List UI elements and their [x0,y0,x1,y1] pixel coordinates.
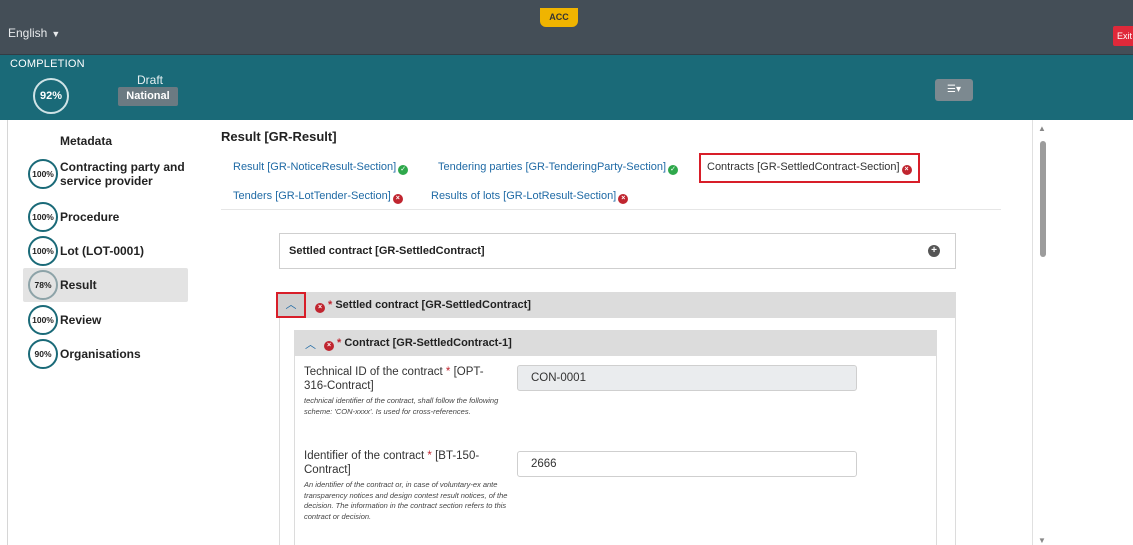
section-link-label: Result [GR-NoticeResult-Section] [233,161,397,173]
scroll-down-arrow-icon[interactable]: ▼ [1037,537,1047,545]
sidebar-item-organisations[interactable]: 90% Organisations [23,337,188,371]
group-title-text: Contract [GR-SettledContract-1] [344,337,512,349]
technical-id-field[interactable]: CON-0001 [517,365,857,391]
completion-bar: COMPLETION 92% Draft National ☰▾ [0,55,1133,120]
field-label-text: Identifier of the contract [304,450,425,462]
group-title-text: Settled contract [GR-SettledContract] [335,299,531,311]
field-help-technical-id: technical identifier of the contract, sh… [304,396,499,416]
sliders-icon: ☰▾ [947,84,961,95]
completion-label: COMPLETION [10,58,85,70]
section-link-tendering-parties[interactable]: Tendering parties [GR-TenderingParty-Sec… [438,161,679,175]
sidebar-item-result[interactable]: 78% Result [23,268,188,302]
progress-ring: 78% [28,270,58,300]
check-circle-icon: ✓ [398,165,409,175]
required-mark: * [328,299,333,311]
sidebar-item-label: Lot (LOT-0001) [60,244,145,258]
section-link-results-of-lots[interactable]: Results of lots [GR-LotResult-Section] × [431,190,629,204]
scope-badge: National [118,87,178,106]
settled-contract-group-body: ︿ × * Contract [GR-SettledContract-1] Tec… [279,318,956,545]
scrollbar-thumb[interactable] [1040,141,1046,257]
error-circle-icon: × [392,194,403,204]
field-label-identifier: Identifier of the contract * [BT-150-Con… [304,449,504,477]
section-link-label: Results of lots [GR-LotResult-Section] [431,190,617,202]
sidebar-item-label: Review [60,313,102,327]
check-circle-icon: ✓ [668,165,679,175]
completion-progress-ring: 92% [33,78,69,114]
field-label-text: Technical ID of the contract [304,366,443,378]
filter-settings-button[interactable]: ☰▾ [935,79,973,101]
add-icon[interactable]: + [928,245,940,257]
error-circle-icon: × [901,165,912,175]
section-link-tenders[interactable]: Tenders [GR-LotTender-Section] × [233,190,403,204]
progress-ring: 100% [28,202,58,232]
progress-ring: 100% [28,305,58,335]
sidebar-item-contracting-party[interactable]: 100% Contracting party and service provi… [23,157,188,191]
status-label: Draft [137,73,164,87]
sidebar-item-label: Result [60,278,97,292]
sidebar-item-procedure[interactable]: 100% Procedure [23,200,188,234]
divider [221,209,1001,210]
main-page: Metadata 100% Contracting party and serv… [7,120,1032,545]
field-label-technical-id: Technical ID of the contract * [OPT-316-… [304,365,504,393]
error-circle-icon: × [315,303,325,313]
contract-group-header[interactable]: ︿ × * Contract [GR-SettledContract-1] [294,330,937,356]
section-link-result[interactable]: Result [GR-NoticeResult-Section] ✓ [233,161,409,175]
progress-ring: 90% [28,339,58,369]
chevron-up-icon[interactable]: ︿ [305,336,316,352]
required-mark: * [445,366,451,378]
section-link-label: Contracts [GR-SettledContract-Section] [707,161,900,173]
language-selector[interactable]: English ▼ [8,26,60,40]
required-mark: * [427,450,432,462]
card-title: Settled contract [GR-SettledContract] [289,245,485,257]
contract-group-body: Technical ID of the contract * [OPT-316-… [294,356,937,545]
contract-identifier-field[interactable]: 2666 [517,451,857,477]
settled-contract-group-header: ︿ × * Settled contract [GR-SettledContrac… [276,292,956,318]
group-title: × * Contract [GR-SettledContract-1] [324,337,512,351]
sidebar-item-label: Procedure [60,210,120,224]
scroll-up-arrow-icon[interactable]: ▲ [1037,124,1047,134]
progress-ring: 100% [28,159,58,189]
section-link-contracts[interactable]: Contracts [GR-SettledContract-Section] × [699,153,920,183]
chevron-up-icon: ︿ [285,299,297,311]
sidebar-item-label: Contracting party and service provider [60,160,185,188]
sidebar-item-review[interactable]: 100% Review [23,303,188,337]
top-bar: English ▼ ACC Exit [0,0,1133,55]
error-circle-icon: × [324,341,334,351]
error-circle-icon: × [618,194,629,204]
language-label: English [8,26,48,40]
field-help-identifier: An identifier of the contract or, in cas… [304,480,508,521]
collapse-button[interactable]: ︿ [276,292,306,318]
settled-contract-card: Settled contract [GR-SettledContract] + [279,233,956,269]
section-link-label: Tenders [GR-LotTender-Section] [233,190,391,202]
sidebar-item-label: Organisations [60,347,141,361]
section-link-label: Tendering parties [GR-TenderingParty-Sec… [438,161,667,173]
chevron-down-icon: ▼ [51,29,61,39]
group-title: × * Settled contract [GR-SettledContract] [315,299,531,313]
progress-ring: 100% [28,236,58,266]
sidebar-item-metadata[interactable]: Metadata [60,134,112,148]
sidebar-item-lot[interactable]: 100% Lot (LOT-0001) [23,234,188,268]
required-mark: * [337,337,342,349]
page-title: Result [GR-Result] [221,129,337,144]
environment-badge: ACC [540,8,578,27]
exit-button[interactable]: Exit [1113,26,1133,46]
